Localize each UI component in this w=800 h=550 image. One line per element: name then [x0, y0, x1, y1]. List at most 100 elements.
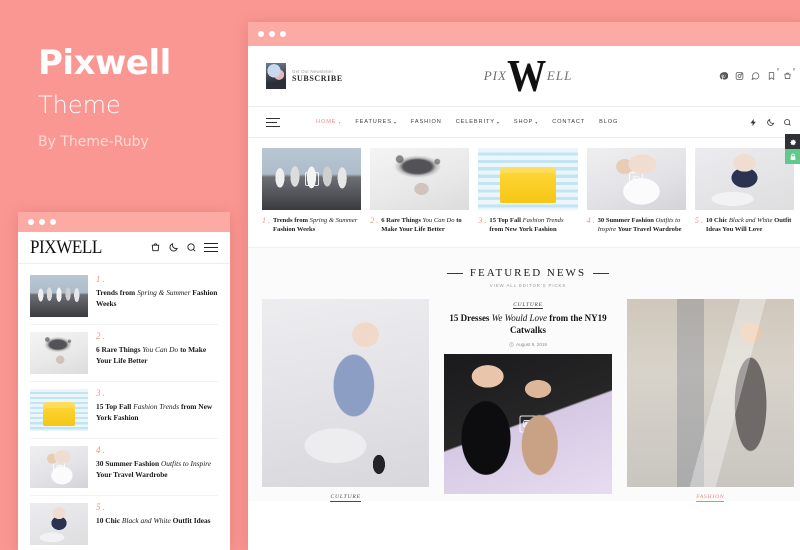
instagram-icon[interactable] — [735, 72, 744, 81]
trending-title[interactable]: 10 Chic Black and White Outfit Ideas You… — [706, 216, 794, 235]
featured-heading: FEATURED NEWS — [447, 267, 609, 279]
site-logo[interactable]: PIX W ELL — [484, 52, 573, 100]
list-item[interactable]: 1 . Trends from Spring & Summer Fashion … — [30, 268, 218, 325]
nav-item-home[interactable]: HOME ▾ — [316, 119, 341, 125]
list-item-title[interactable]: 10 Chic Black and White Outfit Ideas — [96, 516, 211, 527]
bolt-icon[interactable] — [749, 118, 758, 127]
nav-label: CONTACT — [552, 119, 586, 125]
featured-card-right[interactable]: FASHION — [626, 299, 794, 503]
main-navigation: HOME ▾ FEATURES ▾ FASHION CELEBRITY ▾ SH… — [248, 106, 800, 138]
trending-item[interactable]: 5 . 10 Chic Black and White Outfit Ideas… — [694, 148, 795, 235]
trending-number: 1 . — [262, 216, 270, 225]
featured-subheading[interactable]: VIEW ALL EDITOR'S PICKS — [262, 283, 794, 288]
list-item-number: 5 . — [96, 502, 105, 512]
nav-item-contact[interactable]: CONTACT — [552, 119, 585, 125]
lock-icon[interactable] — [785, 149, 800, 164]
social-icon-bar: 0 0 — [719, 67, 795, 81]
menu-icon[interactable] — [204, 240, 218, 255]
promo-panel: Pixwell Theme By Theme-Ruby — [38, 43, 248, 151]
side-toolbar — [785, 134, 800, 164]
trending-item[interactable]: 1 . Trends from Spring & Summer Fashion … — [262, 148, 362, 235]
bookmark-icon[interactable]: 0 — [767, 67, 779, 81]
list-item-title[interactable]: Trends from Spring & Summer Fashion Week… — [96, 288, 218, 309]
mobile-header: PIXWELL — [18, 232, 230, 264]
list-item-thumbnail — [30, 275, 88, 317]
list-item-number: 3 . — [96, 388, 105, 398]
category-label[interactable]: CULTURE — [262, 494, 429, 503]
window-dot-close[interactable] — [258, 31, 264, 37]
featured-grid: CULTURE CULTURE 15 Dresses We Would Love… — [262, 299, 794, 503]
moon-icon[interactable] — [766, 118, 775, 127]
nav-label: CELEBRITY — [455, 119, 495, 125]
search-icon[interactable] — [783, 118, 792, 127]
list-item[interactable]: 5 . 10 Chic Black and White Outfit Ideas — [30, 496, 218, 550]
window-dot-maximize[interactable] — [50, 219, 56, 225]
nav-item-blog[interactable]: BLOG — [599, 119, 618, 125]
trending-title[interactable]: Trends from Spring & Summer Fashion Week… — [273, 216, 361, 235]
window-dot-minimize[interactable] — [269, 31, 275, 37]
featured-image — [626, 299, 794, 488]
cart-count-badge: 0 — [793, 67, 795, 72]
window-dot-close[interactable] — [28, 219, 34, 225]
promo-subtitle: Theme — [38, 90, 121, 119]
featured-title[interactable]: 15 Dresses We Would Love from the NY19 C… — [444, 313, 611, 336]
subscribe-button[interactable]: SUBSCRIBE — [292, 74, 343, 83]
cart-icon[interactable] — [150, 242, 161, 253]
search-icon[interactable] — [186, 242, 197, 253]
menu-icon[interactable] — [266, 115, 280, 130]
nav-item-fashion[interactable]: FASHION — [411, 119, 442, 125]
list-item[interactable]: 4 . 30 Summer Fashion Outfits to Inspire… — [30, 439, 218, 496]
nav-item-features[interactable]: FEATURES ▾ — [355, 119, 397, 125]
category-label[interactable]: CULTURE — [444, 302, 611, 310]
newsletter-block[interactable]: Get Our Newsletter SUBSCRIBE — [266, 63, 343, 89]
trending-item[interactable]: 2 . 6 Rare Things You Can Do to Make You… — [370, 148, 470, 235]
logo-w-mark: W — [507, 49, 547, 101]
trending-title[interactable]: 15 Top Fall Fashion Trends from New York… — [489, 216, 577, 235]
featured-card-left[interactable]: CULTURE — [262, 299, 430, 503]
window-dot-minimize[interactable] — [39, 219, 45, 225]
list-item-thumbnail — [30, 503, 88, 545]
trending-strip: 1 . Trends from Spring & Summer Fashion … — [248, 138, 800, 247]
list-item-number: 1 . — [96, 274, 105, 284]
nav-item-celebrity[interactable]: CELEBRITY ▾ — [456, 119, 500, 125]
nav-item-shop[interactable]: SHOP ▾ — [514, 119, 538, 125]
desktop-browser-window: Get Our Newsletter SUBSCRIBE PIX W ELL 0 — [248, 22, 800, 550]
image-placeholder-icon — [304, 172, 319, 186]
logo-left-text: PIX — [483, 68, 507, 83]
mobile-trending-list: 1 . Trends from Spring & Summer Fashion … — [18, 264, 230, 550]
list-item[interactable]: 3 . 15 Top Fall Fashion Trends from New … — [30, 382, 218, 439]
gear-icon[interactable] — [785, 134, 800, 149]
list-item-number: 2 . — [96, 331, 105, 341]
nav-list: HOME ▾ FEATURES ▾ FASHION CELEBRITY ▾ SH… — [316, 119, 618, 125]
trending-item[interactable]: 3 . 15 Top Fall Fashion Trends from New … — [478, 148, 578, 235]
trending-thumbnail — [478, 148, 578, 210]
chevron-down-icon: ▾ — [535, 119, 539, 125]
desktop-window-chrome — [248, 22, 800, 46]
trending-title[interactable]: 30 Summer Fashion Outfits to Inspire You… — [598, 216, 686, 235]
list-item[interactable]: 2 . 6 Rare Things You Can Do to Make You… — [30, 325, 218, 382]
pinterest-icon[interactable] — [719, 72, 728, 81]
trending-number: 5 . — [694, 216, 703, 225]
bookmark-count-badge: 0 — [777, 67, 779, 72]
whatsapp-icon[interactable] — [751, 72, 760, 81]
category-label[interactable]: FASHION — [627, 494, 794, 503]
promo-byline: By Theme-Ruby — [38, 134, 149, 151]
page-title: Pixwell — [38, 43, 171, 83]
window-dot-maximize[interactable] — [280, 31, 286, 37]
trending-thumbnail — [370, 148, 470, 210]
list-item-title[interactable]: 6 Rare Things You Can Do to Make Your Li… — [96, 345, 218, 366]
featured-image — [444, 353, 612, 494]
moon-icon[interactable] — [168, 242, 179, 253]
list-item-title[interactable]: 30 Summer Fashion Outfits to Inspire You… — [96, 459, 218, 480]
trending-thumbnail — [694, 148, 795, 210]
nav-utility-icons — [749, 118, 792, 127]
list-item-title[interactable]: 15 Top Fall Fashion Trends from New York… — [96, 402, 218, 423]
nav-label: SHOP — [513, 119, 534, 125]
chevron-down-icon: ▾ — [338, 119, 342, 125]
trending-title[interactable]: 6 Rare Things You Can Do to Make Your Li… — [381, 216, 469, 235]
mobile-logo[interactable]: PIXWELL — [30, 237, 102, 259]
featured-card-center[interactable]: CULTURE 15 Dresses We Would Love from th… — [438, 299, 617, 501]
cart-icon[interactable]: 0 — [783, 67, 795, 81]
trending-item[interactable]: 4 . 30 Summer Fashion Outfits to Inspire… — [586, 148, 686, 235]
clock-icon — [509, 342, 514, 347]
